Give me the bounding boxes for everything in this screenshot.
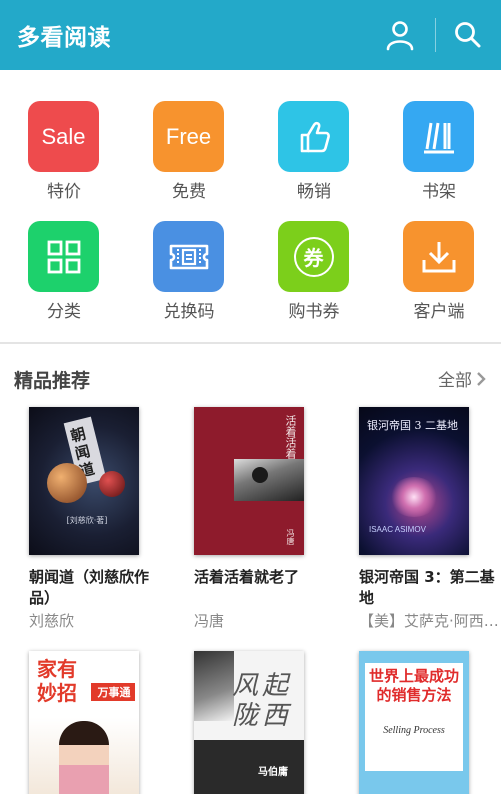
- grid-item-redeem-code[interactable]: 兑换码: [139, 221, 239, 341]
- book-cover: 家有妙招 万事通: [29, 651, 139, 794]
- grid-item-label: 兑换码: [163, 302, 215, 322]
- cover-title: 风起陇西: [232, 671, 293, 731]
- book-cover: 朝闻道 [刘慈欣·著]: [29, 407, 139, 555]
- sale-tile-text: Sale: [41, 123, 86, 149]
- user-icon[interactable]: [384, 19, 416, 51]
- free-icon: Free: [153, 101, 224, 172]
- thumbs-up-icon: [278, 101, 349, 172]
- grid-item-bestseller[interactable]: 畅销: [264, 101, 364, 221]
- category-grid: Sale 特价 Free 免费 畅销 书架 分类 兑换码 券 购书券 客户端: [0, 70, 501, 342]
- grid-item-label: 书架: [422, 182, 456, 202]
- grid-item-label: 购书券: [288, 302, 340, 322]
- ticket-icon: [153, 221, 224, 292]
- cover-subtitle: 万事通: [97, 686, 131, 699]
- book-cover: 世界上最成功的销售方法 Selling Process: [359, 651, 469, 794]
- book-author: 【美】艾萨克·阿西莫夫: [359, 612, 499, 630]
- book-cover: 活着活着就老了 冯唐: [194, 407, 304, 555]
- sale-icon: Sale: [28, 101, 99, 172]
- grid-item-label: 客户端: [413, 302, 465, 322]
- cover-author: ISAAC ASIMOV: [369, 525, 426, 534]
- book-title: 银河帝国 3：第二基地: [359, 568, 495, 607]
- cover-author: 冯唐: [286, 529, 295, 545]
- grid-item-sale[interactable]: Sale 特价: [14, 101, 114, 221]
- app-title: 多看阅读: [17, 25, 111, 51]
- grid-item-label: 分类: [47, 302, 81, 322]
- cover-title: 银河帝国 3 二基地: [367, 419, 458, 432]
- view-all-label: 全部: [438, 371, 472, 391]
- cover-subtitle: 马伯庸: [258, 767, 288, 778]
- cover-subtitle: Selling Process: [383, 725, 445, 736]
- bookshelf-icon: [403, 101, 474, 172]
- free-tile-text: Free: [165, 123, 212, 149]
- book-cover: 风起陇西 马伯庸: [194, 651, 304, 794]
- header-divider: [435, 18, 436, 52]
- app-header: 多看阅读: [0, 0, 501, 70]
- grid-item-label: 畅销: [297, 182, 331, 202]
- book-cover: 银河帝国 3 二基地 ISAAC ASIMOV: [359, 407, 469, 555]
- grid-item-bookshelf[interactable]: 书架: [389, 101, 489, 221]
- book-title: 朝闻道（刘慈欣作品）: [29, 568, 150, 607]
- cover-author: [刘慈欣·著]: [66, 516, 108, 525]
- coupon-icon: 券: [278, 221, 349, 292]
- grid-item-client[interactable]: 客户端: [389, 221, 489, 341]
- book-author: 刘慈欣: [29, 612, 75, 630]
- category-grid-icon: [28, 221, 99, 292]
- view-all-link[interactable]: 全部: [438, 366, 488, 391]
- book-author: 冯唐: [194, 612, 225, 630]
- section-title: 精品推荐: [14, 370, 91, 392]
- grid-item-free[interactable]: Free 免费: [139, 101, 239, 221]
- download-icon: [403, 221, 474, 292]
- cover-title: 世界上最成功的销售方法: [369, 667, 460, 704]
- grid-item-label: 免费: [172, 182, 206, 202]
- grid-item-category[interactable]: 分类: [14, 221, 114, 341]
- cover-title: 家有妙招: [37, 657, 77, 705]
- section-divider: [0, 342, 501, 344]
- grid-item-coupon[interactable]: 券 购书券: [264, 221, 364, 341]
- book-title: 活着活着就老了: [194, 568, 300, 586]
- grid-item-label: 特价: [47, 182, 81, 202]
- page: 多看阅读 Sale 特价 Free 免费 畅销 书架 分类 兑换码 券 购书券 …: [0, 0, 501, 794]
- coupon-glyph: 券: [303, 246, 324, 270]
- search-icon[interactable]: [452, 19, 484, 51]
- chevron-right-icon: [477, 371, 486, 386]
